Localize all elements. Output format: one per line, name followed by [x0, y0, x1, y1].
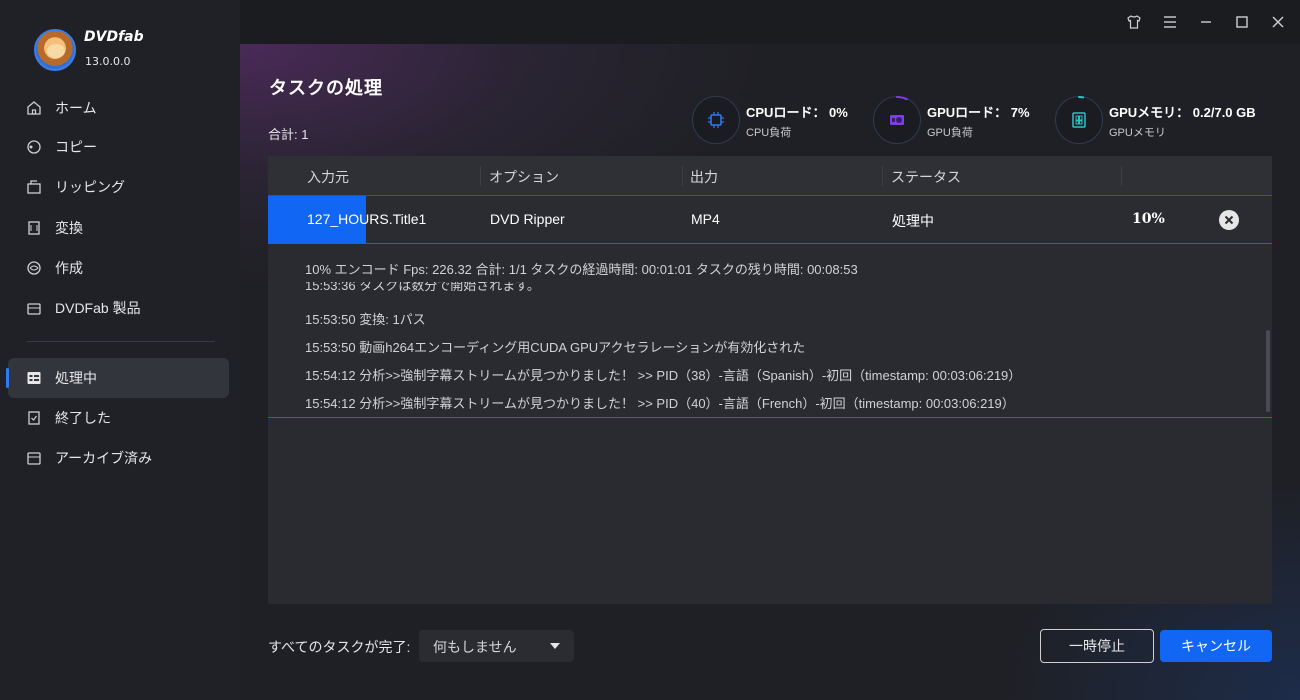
minimize-button[interactable]	[1196, 12, 1216, 32]
cpu-ring	[692, 96, 740, 144]
sidebar-item-convert[interactable]: 変換	[8, 208, 229, 248]
table-header: 入力元 オプション 出力 ステータス	[268, 156, 1272, 196]
task-progress-percent: 10%	[1132, 211, 1165, 227]
sidebar-item-label: コピー	[55, 139, 97, 155]
sidebar-item-archived[interactable]: アーカイブ済み	[8, 438, 229, 478]
archive-icon	[27, 452, 41, 465]
column-separator	[1121, 166, 1122, 186]
log-line: 15:54:12 分析>>強制字幕ストリームが見つかりました！ >> PID（4…	[305, 396, 1015, 411]
task-panel: 入力元 オプション 出力 ステータス 127_HOURS.Title1 DVD …	[268, 156, 1272, 604]
gpu-memory-sub: GPUメモリ	[1109, 127, 1166, 139]
sidebar-item-ripping[interactable]: リッピング	[8, 167, 229, 207]
close-icon	[1272, 16, 1284, 28]
gpu-load-sub: GPU負荷	[927, 127, 973, 139]
log-line: 15:53:50 動画h264エンコーディング用CUDA GPUアクセラレーショ…	[305, 340, 806, 355]
sidebar-item-label: 変換	[55, 220, 83, 236]
maximize-icon	[1236, 16, 1248, 28]
processing-icon	[27, 372, 41, 384]
sidebar-item-finished[interactable]: 終了した	[8, 398, 229, 438]
log-line: 15:54:12 分析>>強制字幕ストリームが見つかりました！ >> PID（3…	[305, 368, 1022, 383]
minimize-icon	[1201, 21, 1211, 23]
memory-icon	[1072, 112, 1086, 128]
skin-button[interactable]	[1124, 12, 1144, 32]
cpu-load-title: CPUロード： 0%	[746, 105, 848, 120]
task-log: 10% エンコード Fps: 226.32 合計: 1/1 タスクの経過時間: …	[268, 244, 1272, 418]
task-output: MP4	[691, 211, 720, 227]
column-header-output: 出力	[690, 169, 718, 185]
sidebar-item-label: 処理中	[55, 370, 97, 386]
column-separator	[480, 166, 481, 186]
gpu-icon	[890, 115, 904, 125]
column-separator	[682, 166, 683, 186]
sidebar-item-label: リッピング	[55, 179, 125, 195]
convert-icon	[28, 221, 40, 235]
sidebar-item-create[interactable]: 作成	[8, 248, 229, 288]
on-complete-value: 何もしません	[433, 639, 517, 655]
gpu-ring	[872, 95, 921, 144]
task-option: DVD Ripper	[490, 211, 565, 227]
sidebar-divider	[27, 341, 215, 342]
sidebar-item-label: 終了した	[55, 410, 111, 426]
sidebar-item-label: ホーム	[55, 100, 97, 116]
column-separator	[882, 166, 883, 186]
dvdfab-logo	[34, 29, 76, 71]
sidebar-item-label: DVDFab 製品	[55, 300, 141, 316]
log-line: 15:53:50 変換: 1パス	[305, 312, 426, 327]
menu-button[interactable]	[1160, 12, 1180, 32]
brand-name: DVDfab	[84, 29, 144, 45]
app-version: 13.0.0.0	[85, 55, 131, 68]
column-header-option: オプション	[489, 169, 559, 185]
copy-icon	[27, 140, 41, 154]
sidebar-item-label: アーカイブ済み	[55, 450, 153, 466]
close-window-button[interactable]	[1268, 12, 1288, 32]
task-total: 合計: 1	[268, 127, 309, 142]
title-bar	[240, 0, 1300, 44]
create-icon	[27, 261, 41, 275]
cpu-icon	[708, 112, 724, 128]
gpu-load-title: GPUロード： 7%	[927, 105, 1030, 120]
close-icon	[1224, 215, 1234, 225]
ripping-icon	[27, 180, 41, 194]
sidebar-item-home[interactable]: ホーム	[8, 88, 229, 128]
remove-task-button[interactable]	[1219, 210, 1239, 230]
products-icon	[27, 303, 41, 315]
table-row[interactable]: 127_HOURS.Title1 DVD Ripper MP4 処理中 10%	[268, 196, 1272, 244]
sidebar-item-copy[interactable]: コピー	[8, 127, 229, 167]
gpu-memory-ring	[1054, 95, 1103, 144]
gpu-memory-title: GPUメモリ： 0.2/7.0 GB	[1109, 105, 1256, 120]
sidebar-item-label: 作成	[55, 260, 83, 276]
sidebar-item-products[interactable]: DVDFab 製品	[8, 288, 229, 328]
cpu-load-sub: CPU負荷	[746, 127, 792, 139]
task-source: 127_HOURS.Title1	[307, 211, 427, 227]
page-title: タスクの処理	[269, 78, 383, 99]
menu-icon	[1164, 16, 1176, 28]
sidebar: DVDfab 13.0.0.0 ホーム コピー リッピング 変換 作成 DVDF…	[0, 0, 240, 700]
pause-button[interactable]: 一時停止	[1040, 629, 1154, 663]
sidebar-item-processing[interactable]: 処理中	[6, 358, 229, 398]
on-complete-select[interactable]: 何もしません	[419, 630, 574, 662]
cancel-button[interactable]: キャンセル	[1160, 630, 1272, 662]
main-content: タスクの処理 合計: 1 CPUロード： 0% CPU負荷 GPUロード： 7%…	[240, 44, 1300, 700]
on-complete-label: すべてのタスクが完了:	[268, 639, 411, 655]
log-scrollbar[interactable]	[1266, 330, 1270, 412]
maximize-button[interactable]	[1232, 12, 1252, 32]
column-header-status: ステータス	[891, 169, 961, 185]
home-icon	[27, 101, 41, 115]
log-line: 15:53:36 タスクは数分で開始されます。	[305, 282, 540, 292]
finished-icon	[28, 411, 40, 425]
shirt-icon	[1127, 15, 1141, 29]
task-status: 処理中	[892, 213, 934, 229]
chevron-down-icon	[550, 643, 560, 649]
log-summary: 10% エンコード Fps: 226.32 合計: 1/1 タスクの経過時間: …	[305, 262, 858, 277]
column-header-source: 入力元	[307, 169, 349, 185]
